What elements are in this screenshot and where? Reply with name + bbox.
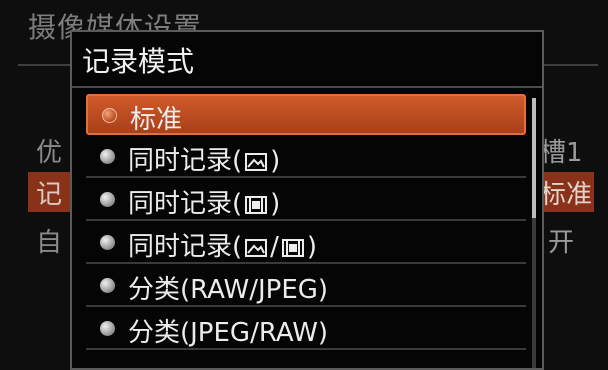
option-label-suffix: ) bbox=[306, 232, 318, 262]
option-label: 同时记录() bbox=[128, 140, 280, 177]
option-simultaneous-film[interactable]: 同时记录() bbox=[86, 180, 526, 221]
background-item-priority: 优 bbox=[36, 138, 63, 168]
dialog-title-divider bbox=[72, 86, 542, 88]
background-value-standard: 标准 bbox=[540, 180, 593, 210]
radio-indicator-icon bbox=[100, 278, 115, 293]
radio-indicator-icon bbox=[100, 235, 115, 250]
option-label: 同时记录( /) bbox=[128, 226, 317, 263]
option-label-prefix: 同时记录( bbox=[128, 189, 243, 219]
radio-indicator-icon bbox=[100, 149, 115, 164]
scrollbar[interactable] bbox=[532, 98, 536, 368]
photo-icon bbox=[245, 238, 268, 257]
photo-icon bbox=[245, 152, 268, 171]
film-icon bbox=[245, 195, 268, 214]
radio-indicator-icon bbox=[100, 192, 115, 207]
option-label: 标准 bbox=[130, 105, 183, 135]
option-label-suffix: ) bbox=[270, 146, 281, 176]
radio-indicator-icon bbox=[102, 108, 117, 123]
record-mode-list: 标准 同时记录() 同时记录() 同时记录( /) 分类(RAW/JPEG) 分… bbox=[86, 94, 526, 352]
dialog-title: 记录模式 bbox=[82, 45, 195, 78]
option-sort-jpeg-raw[interactable]: 分类(JPEG/RAW) bbox=[86, 309, 526, 350]
option-label-suffix: ) bbox=[270, 189, 281, 219]
option-simultaneous-photo[interactable]: 同时记录() bbox=[86, 137, 526, 178]
option-label-separator: / bbox=[270, 232, 279, 262]
option-label: 分类(RAW/JPEG) bbox=[128, 275, 329, 305]
option-label-prefix: 同时记录( bbox=[128, 146, 243, 176]
background-value-slot: 槽1 bbox=[540, 138, 583, 168]
radio-indicator-icon bbox=[100, 321, 115, 336]
film-icon bbox=[281, 238, 304, 257]
background-item-auto: 自 bbox=[36, 228, 63, 258]
option-standard[interactable]: 标准 bbox=[86, 94, 526, 135]
scrollbar-thumb[interactable] bbox=[532, 98, 536, 218]
option-label: 分类(JPEG/RAW) bbox=[128, 318, 329, 348]
option-label-prefix: 同时记录( bbox=[128, 232, 243, 262]
option-label: 同时记录() bbox=[128, 183, 280, 220]
option-simultaneous-photo-film[interactable]: 同时记录( /) bbox=[86, 223, 526, 264]
background-value-on: 开 bbox=[548, 228, 575, 258]
option-sort-raw-jpeg[interactable]: 分类(RAW/JPEG) bbox=[86, 266, 526, 307]
background-item-record: 记 bbox=[36, 180, 63, 210]
record-mode-dialog: 记录模式 标准 同时记录() 同时记录() 同时记录(/) 分类(RAW/JP… bbox=[70, 30, 544, 370]
